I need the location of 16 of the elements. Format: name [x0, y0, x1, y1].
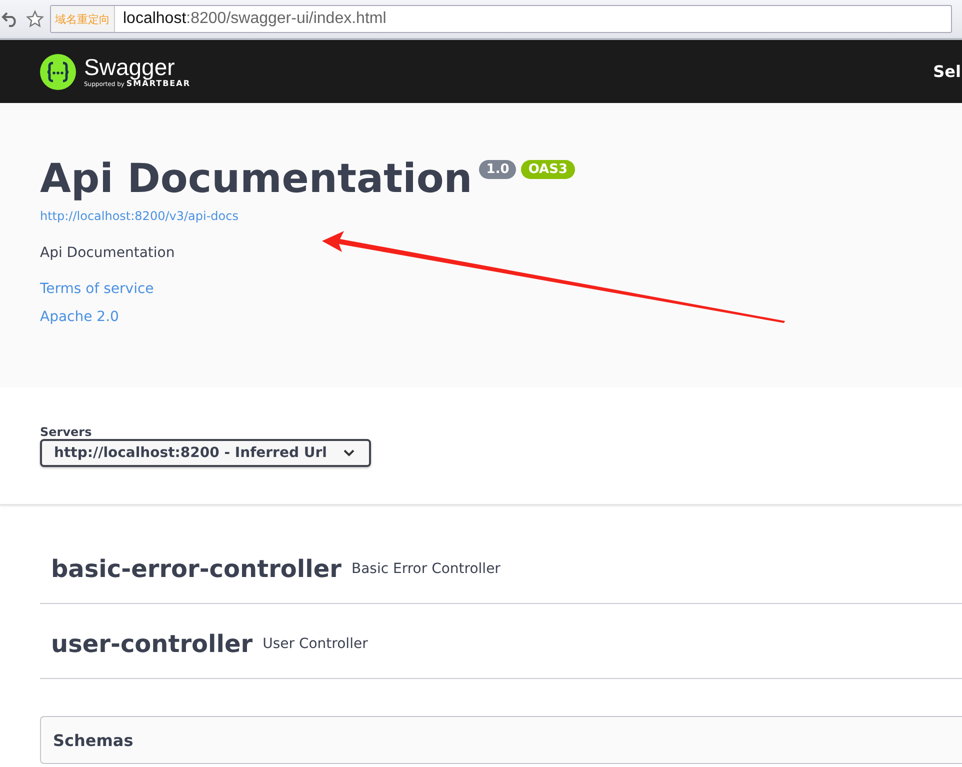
star-icon[interactable] — [26, 10, 44, 28]
back-icon[interactable] — [1, 10, 19, 28]
definition-label: Sel — [933, 62, 961, 81]
tag-section-header[interactable]: basic-error-controller Basic Error Controller — [40, 529, 962, 604]
address-bar[interactable]: 域名重定向 localhost:8200/swagger-ui/index.html — [50, 5, 952, 33]
chevron-down-icon — [342, 449, 355, 457]
api-title: Api Documentation — [40, 157, 472, 201]
server-select[interactable]: http://localhost:8200 - Inferred Url — [40, 439, 371, 467]
logo-wordmark: Swagger — [84, 54, 176, 80]
spec-badge: OAS3 — [521, 160, 574, 179]
tag-section-header[interactable]: user-controller User Controller — [40, 604, 962, 679]
schemas-section[interactable]: Schemas — [40, 716, 962, 764]
api-description: Api Documentation — [40, 245, 176, 261]
version-badge: 1.0 — [479, 160, 516, 179]
servers-label: Servers — [40, 425, 93, 439]
swagger-logo-icon — [40, 54, 76, 90]
